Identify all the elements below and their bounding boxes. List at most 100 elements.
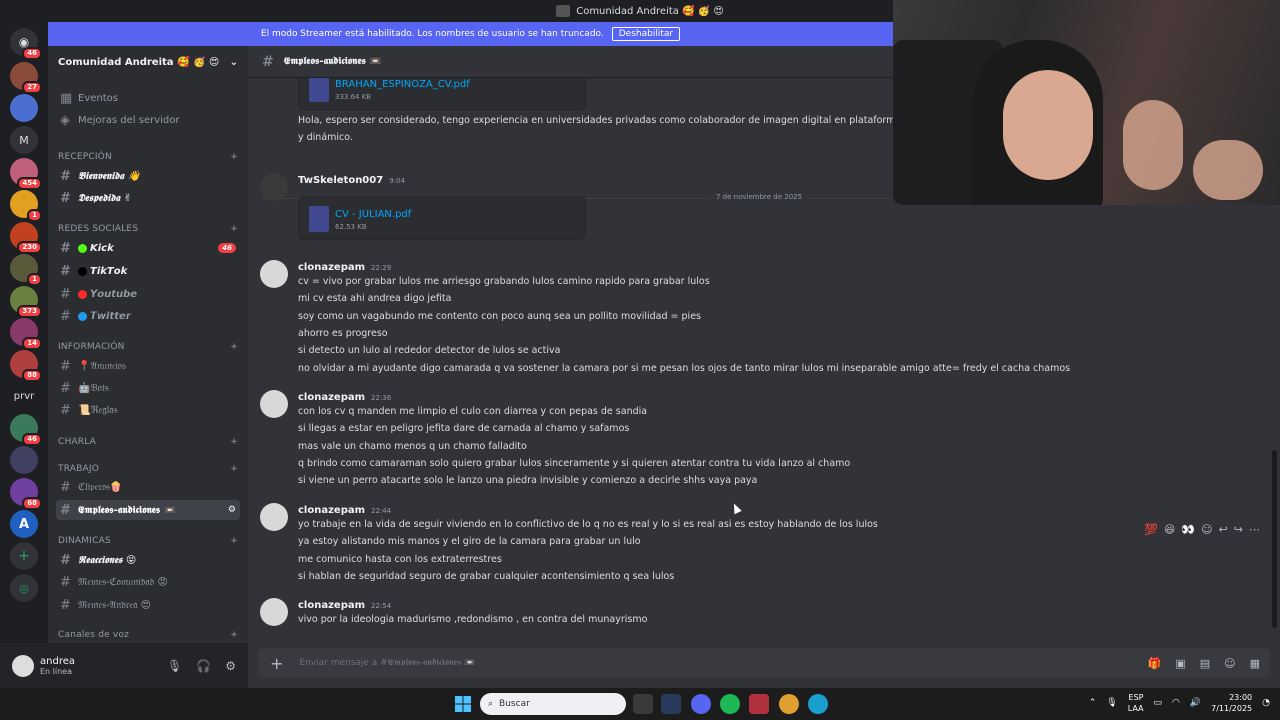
server-icon[interactable]: 454 [10, 158, 42, 190]
gif-icon[interactable]: ▣ [1175, 657, 1185, 670]
wifi-icon[interactable]: ◠ [1172, 698, 1180, 708]
server-icon[interactable]: M [10, 126, 38, 154]
channel-empleos-audiciones[interactable]: # 𝕰𝖒𝖕𝖑𝖊𝖔𝖘-𝖆𝖚𝖉𝖎𝖈𝖎𝖔𝖓𝖊𝖘 📼 ⚙ [56, 500, 240, 520]
avatar[interactable] [260, 598, 288, 626]
microphone-icon[interactable]: 🎙 [1106, 698, 1117, 708]
edge-icon[interactable] [808, 694, 828, 714]
channel-reglas[interactable]: # 📜ℜ𝔢𝔤𝔩𝔞𝔰 [56, 400, 240, 420]
headphones-icon[interactable]: 🎧 [196, 659, 211, 673]
gift-icon[interactable]: 🎁 [1148, 657, 1162, 670]
input-language[interactable]: ESP LAA [1128, 692, 1144, 714]
clock[interactable]: 23:00 7/11/2025 [1211, 692, 1252, 714]
network-icon[interactable]: ▭ [1154, 698, 1163, 708]
scrollbar[interactable] [1272, 450, 1277, 628]
file-name[interactable]: CV - JULIAN.pdf [335, 209, 411, 220]
avatar[interactable] [12, 654, 34, 677]
server-icon[interactable]: 14 [10, 318, 42, 350]
server-icon[interactable] [10, 446, 38, 474]
server-icon[interactable]: prvr [10, 382, 38, 410]
taskbar-search[interactable]: ⌕ Buscar [480, 693, 626, 715]
steam-icon[interactable] [661, 694, 681, 714]
plus-icon[interactable]: + [230, 464, 238, 474]
server-icon[interactable]: 373 [10, 286, 42, 318]
plus-icon[interactable]: + [230, 224, 238, 234]
category-charla[interactable]: CHARLA + [58, 437, 238, 447]
add-server-icon[interactable]: + [10, 542, 38, 570]
server-icon[interactable]: 27 [10, 62, 42, 94]
reply-icon[interactable]: ↩ [1219, 523, 1228, 536]
disable-streamer-button[interactable]: Deshabilitar [611, 27, 681, 41]
spotify-icon[interactable] [720, 694, 740, 714]
sidebar-item-events[interactable]: ▦ Eventos [56, 88, 240, 108]
notification-icon[interactable]: ◔ [1262, 698, 1270, 708]
avatar[interactable] [260, 390, 288, 418]
server-icon[interactable]: 88 [10, 350, 42, 382]
gear-icon[interactable]: ⚙ [225, 659, 236, 673]
server-icon[interactable]: 230 [10, 222, 42, 254]
plus-icon[interactable]: + [230, 152, 238, 162]
message-author[interactable]: clonazepam 22:54 [298, 600, 391, 611]
app-icon[interactable] [749, 694, 769, 714]
avatar[interactable] [260, 260, 288, 288]
apps-icon[interactable]: ▦ [1250, 657, 1260, 670]
discord-home-icon[interactable]: ◉ 46 [10, 28, 42, 60]
category-dinamicas[interactable]: DINAMICAS + [58, 536, 238, 546]
plus-icon[interactable]: + [230, 630, 238, 640]
volume-icon[interactable]: 🔊 [1190, 698, 1201, 708]
task-app-icon[interactable] [633, 694, 653, 714]
server-icon[interactable]: A [10, 510, 38, 538]
reaction-icon[interactable]: 😆 [1164, 523, 1175, 536]
channel-anuncios[interactable]: # 📍𝔄𝔫𝔲𝔫𝔠𝔦𝔬𝔰 [56, 356, 240, 376]
channel-bots[interactable]: # 🤖𝔅𝔬𝔱𝔰 [56, 378, 240, 398]
category-voz[interactable]: Canales de voz + [58, 630, 238, 640]
server-icon[interactable]: 68 [10, 478, 42, 510]
file-attachment[interactable]: BRAHAN_ESPINOZA_CV.pdf 333.64 KB [298, 78, 586, 110]
reaction-icon[interactable]: 💯 [1144, 523, 1158, 536]
emoji-icon[interactable]: ☺ [1224, 657, 1235, 670]
channel-kick[interactable]: # 𝙆𝙞𝙘𝙠 46 [56, 238, 240, 258]
plus-icon[interactable]: + [230, 536, 238, 546]
sidebar-item-boosts[interactable]: ◈ Mejoras del servidor [56, 110, 240, 130]
discover-icon[interactable]: ◎ [10, 574, 38, 602]
channel-twitter[interactable]: # 𝙏𝙬𝙞𝙩𝙩𝙚𝙧 [56, 306, 240, 326]
channel-despedida[interactable]: # 𝕯𝖊𝖘𝖕𝖊𝖉𝖎𝖉𝖆 ✌ [56, 188, 240, 208]
channel-youtube[interactable]: # 𝙔𝙤𝙪𝙩𝙪𝙗𝙚 [56, 284, 240, 304]
avatar[interactable] [260, 503, 288, 531]
discord-icon[interactable] [691, 694, 711, 714]
file-name[interactable]: BRAHAN_ESPINOZA_CV.pdf [335, 79, 470, 90]
server-header[interactable]: Comunidad Andreita 🥰 🥳 😍 ⌄ [48, 46, 248, 78]
category-trabajo[interactable]: TRABAJO + [58, 464, 238, 474]
server-icon[interactable]: 1 [10, 190, 42, 222]
category-redes[interactable]: REDES SOCIALES + [58, 224, 238, 234]
channel-clipers[interactable]: # ℭ𝔩𝔦𝔭𝔢𝔯𝔬𝔰🍿 [56, 477, 240, 497]
sticker-icon[interactable]: ▤ [1200, 657, 1210, 670]
message-input[interactable]: + Enviar mensaje a #𝕰𝖒𝖕𝖑𝖊𝖔𝖘-𝖆𝖚𝖉𝖎𝖈𝖎𝖔𝖓𝖊𝖘 📼… [258, 648, 1270, 678]
channel-tiktok[interactable]: # 𝙏𝙞𝙠𝙏𝙤𝙠 [56, 261, 240, 281]
reaction-icon[interactable]: 👀 [1181, 523, 1195, 536]
microphone-icon[interactable]: 🎙 [167, 659, 182, 673]
channel-memes-andrea[interactable]: # 𝔐𝔢𝔪𝔢𝔰-𝔄𝔫𝔡𝔯𝔢𝔞 😍 [56, 595, 240, 615]
forward-icon[interactable]: ↪ [1234, 523, 1243, 536]
plus-icon[interactable]: + [230, 342, 238, 352]
chrome-icon[interactable] [779, 694, 799, 714]
more-icon[interactable]: ⋯ [1249, 523, 1260, 536]
channel-memes-comunidad[interactable]: # 𝔐𝔢𝔪𝔢𝔰-ℭ𝔬𝔪𝔲𝔫𝔦𝔡𝔞𝔡 😡 [56, 572, 240, 592]
file-attachment[interactable]: CV - JULIAN.pdf 62.53 KB [298, 196, 586, 240]
chevron-up-icon[interactable]: ⌃ [1089, 698, 1097, 708]
server-icon[interactable]: 46 [10, 414, 42, 446]
plus-icon[interactable]: + [230, 437, 238, 447]
channel-reacciones[interactable]: # 𝕽𝖊𝖆𝖈𝖈𝖎𝖔𝖓𝖊𝖘 😝 [56, 550, 240, 570]
server-icon[interactable] [10, 94, 38, 122]
message-author[interactable]: clonazepam 22:36 [298, 392, 391, 403]
settings-icon[interactable]: ⚙ [228, 505, 236, 515]
category-recepcion[interactable]: RECEPCIÓN + [58, 152, 238, 162]
windows-start-icon[interactable] [455, 696, 471, 712]
message-author[interactable]: clonazepam 22:44 [298, 505, 391, 516]
server-icon[interactable]: 1 [10, 254, 42, 286]
category-informacion[interactable]: INFORMACIÓN + [58, 342, 238, 352]
add-reaction-icon[interactable]: ☺ [1201, 523, 1212, 536]
message-author[interactable]: clonazepam 22:29 [298, 262, 391, 273]
plus-icon[interactable]: + [270, 654, 283, 673]
channel-bienvenida[interactable]: # 𝕭𝖎𝖊𝖓𝖛𝖊𝖓𝖎𝖉𝖆 👋 [56, 166, 240, 186]
avatar[interactable] [260, 173, 288, 201]
